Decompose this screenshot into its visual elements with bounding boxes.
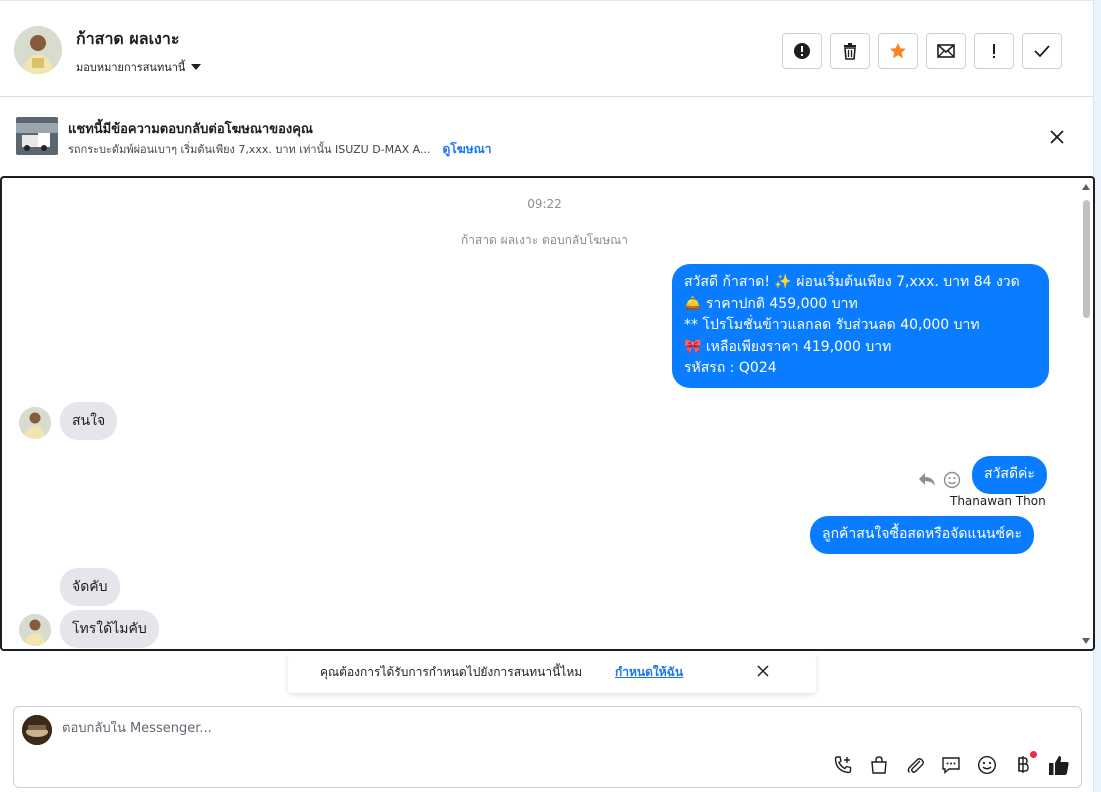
scroll-up-arrow[interactable] [1082,184,1090,190]
exclamation-icon [993,44,995,58]
close-ad-banner-button[interactable] [1048,128,1066,150]
message-thread[interactable]: 09:22 ก้าสาด ผลเงาะ ตอบกลับโฆษณา สวัสดี … [0,176,1095,651]
ad-banner-title: แชทนี้มีข้อความตอบกลับต่อโฆษณาของคุณ [68,122,313,137]
conversation-header: ก้าสาด ผลเงาะ มอบหมายการสนทนานี้ [0,0,1093,97]
phone-plus-icon[interactable] [831,753,855,777]
contact-avatar-small [19,407,51,439]
star-button[interactable] [878,33,918,69]
ad-message-line: 🛎️ ราคาปกติ 459,000 บาท [684,295,858,312]
scroll-thumb[interactable] [1083,200,1090,318]
assign-to-me-link[interactable]: กำหนดให้ฉัน [615,663,683,682]
messenger-inbox: ก้าสาด ผลเงาะ มอบหมายการสนทนานี้ แชทนี้ม… [0,0,1101,792]
baht-icon[interactable] [1011,751,1037,777]
thumbs-up-icon[interactable] [1047,753,1071,777]
ad-banner-subtitle: รถกระบะดัมพ์ผ่อนเบาๆ เริ่มต้นเพียง 7,xxx… [68,143,431,156]
sender-name: Thanawan Thon [950,494,1046,508]
outgoing-ad-message: สวัสดี ก้าสาด! ✨ ผ่อนเริ่มต้นเพียง 7,xxx… [672,264,1049,388]
ad-message-line: 🎀 เหลือเพียงราคา 419,000 บาท [684,338,892,355]
assign-prompt-text: คุณต้องการได้รับการกำหนดไปยังการสนทนานี้… [320,665,583,679]
contact-avatar[interactable] [14,26,62,74]
incoming-message: สนใจ [60,402,118,440]
emoji-icon[interactable] [975,753,999,777]
page-avatar [22,715,52,745]
delete-button[interactable] [830,33,870,69]
header-actions [782,33,1062,69]
notification-dot [1030,751,1037,758]
mark-done-button[interactable] [1022,33,1062,69]
assign-label: มอบหมายการสนทนานี้ [76,61,186,74]
view-ad-link[interactable]: ดูโฆษณา [443,140,492,159]
mark-unread-button[interactable] [926,33,966,69]
reply-icon[interactable] [918,471,936,491]
close-toast-button[interactable] [756,664,770,681]
contact-avatar-small [19,614,51,646]
trash-icon [844,43,856,60]
paperclip-icon[interactable] [903,753,927,777]
composer-tools [831,751,1071,777]
message-composer [13,706,1082,788]
thread-scrollbar[interactable] [1081,184,1091,644]
alert-circle-icon [794,43,810,59]
outgoing-message: สวัสดีค่ะ [972,456,1047,494]
scroll-down-arrow[interactable] [1082,638,1090,644]
star-icon [890,43,906,59]
ad-message-line: สวัสดี ก้าสาด! ✨ ผ่อนเริ่มต้นเพียง 7,xxx… [684,274,1020,290]
outgoing-message: ลูกค้าสนใจซื้อสดหรือจัดแนนซ์คะ [810,516,1034,554]
contact-name: ก้าสาด ผลเงาะ [76,29,180,48]
ad-message-line: รหัสรถ : Q024 [684,360,777,376]
ad-reply-banner: แชทนี้มีข้อความตอบกลับต่อโฆษณาของคุณ รถก… [0,98,1093,176]
chat-bubble-icon[interactable] [939,753,963,777]
incoming-message: จัดคับ [60,568,120,606]
check-icon [1034,45,1050,58]
follow-up-button[interactable] [974,33,1014,69]
incoming-message: โทรใด้ไมคับ [60,610,159,648]
ad-message-line: ** โปรโมชั่นข้าวแลกลด รับส่วนลด 40,000 บ… [684,317,980,333]
chevron-down-icon [191,64,202,70]
ad-thumbnail[interactable] [16,117,58,155]
assign-dropdown[interactable]: มอบหมายการสนทนานี้ [76,58,202,76]
envelope-icon [937,44,955,58]
assign-prompt-toast: คุณต้องการได้รับการกำหนดไปยังการสนทนานี้… [288,653,816,693]
react-emoji-icon[interactable] [943,471,961,493]
close-icon [1050,130,1064,144]
shopping-bag-icon[interactable] [867,753,891,777]
mark-spam-button[interactable] [782,33,822,69]
ad-banner-subtitle-row: รถกระบะดัมพ์ผ่อนเบาๆ เริ่มต้นเพียง 7,xxx… [68,140,491,159]
ad-reply-note: ก้าสาด ผลเงาะ ตอบกลับโฆษณา [460,233,628,247]
close-icon [757,665,769,677]
reply-input[interactable] [62,721,662,736]
message-timestamp: 09:22 [527,197,562,211]
